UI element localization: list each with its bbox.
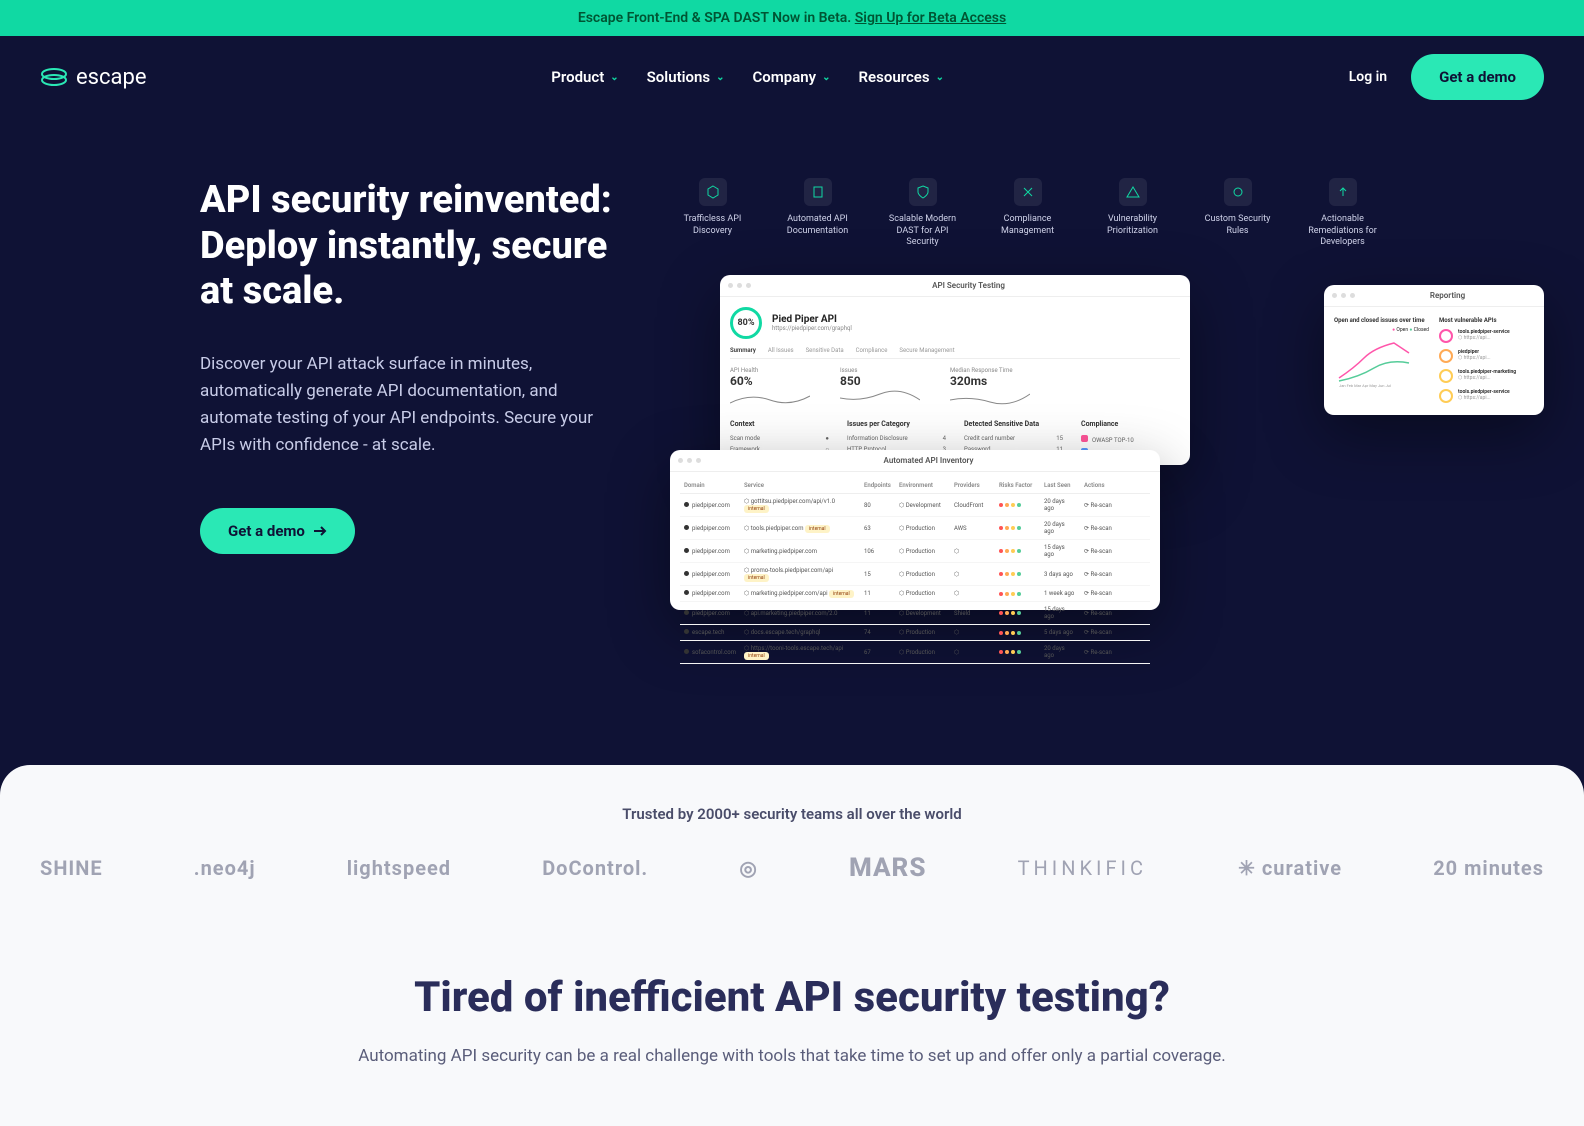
logo-shine: SHINE [40, 856, 103, 880]
feature-vulnerability: Vulnerability Prioritization [1090, 178, 1175, 249]
logo-neo4j: .neo4j [194, 856, 256, 880]
feature-compliance: Compliance Management [985, 178, 1070, 249]
api-score: 80% [730, 307, 762, 339]
banner-text: Escape Front-End & SPA DAST Now in Beta. [578, 10, 855, 26]
panel-tabs: SummaryAll IssuesSensitive DataComplianc… [730, 347, 1180, 359]
cube-icon [706, 185, 720, 199]
upload-icon [1336, 185, 1350, 199]
section-description: Automating API security can be a real ch… [40, 1046, 1544, 1066]
nav-solutions[interactable]: Solutions⌄ [647, 68, 725, 86]
gear-icon [1231, 185, 1245, 199]
feature-rules: Custom Security Rules [1195, 178, 1280, 249]
logo[interactable]: escape [40, 65, 147, 90]
brand-name: escape [76, 65, 147, 90]
panel-security-testing: API Security Testing 80% Pied Piper APIh… [720, 275, 1190, 465]
x-icon [1021, 185, 1035, 199]
hero-section: API security reinvented: Deploy instantl… [0, 118, 1584, 745]
logo-volvo: ◎ [739, 856, 757, 880]
shield-icon [916, 185, 930, 199]
get-demo-button[interactable]: Get a demo [1411, 54, 1544, 100]
feature-discovery: Trafficless API Discovery [670, 178, 755, 249]
nav-menu: Product⌄ Solutions⌄ Company⌄ Resources⌄ [551, 68, 944, 86]
logo-20minutes: 20 minutes [1433, 856, 1544, 880]
chevron-down-icon: ⌄ [822, 72, 830, 83]
feature-icons-row: Trafficless API Discovery Automated API … [660, 178, 1544, 249]
logo-icon [40, 66, 68, 88]
section-title: Tired of inefficient API security testin… [40, 973, 1544, 1022]
beta-banner: Escape Front-End & SPA DAST Now in Beta.… [0, 0, 1584, 36]
table-row: piedpiper.com⬡ api.marketing.piedpiper.c… [680, 602, 1150, 625]
login-link[interactable]: Log in [1349, 69, 1387, 85]
table-row: escape.tech⬡ docs.escape.tech/graphql 74… [680, 625, 1150, 641]
arrow-right-icon [313, 524, 327, 538]
chevron-down-icon: ⌄ [610, 72, 618, 83]
nav-company[interactable]: Company⌄ [752, 68, 830, 86]
table-row: piedpiper.com⬡ promo-tools.piedpiper.com… [680, 563, 1150, 586]
logo-curative: ✳ curative [1238, 856, 1342, 880]
banner-link[interactable]: Sign Up for Beta Access [855, 10, 1006, 26]
table-row: piedpiper.com⬡ marketing.piedpiper.com 1… [680, 540, 1150, 563]
table-row: piedpiper.com⬡ tools.piedpiper.com inter… [680, 517, 1150, 540]
social-proof-section: Trusted by 2000+ security teams all over… [0, 765, 1584, 1126]
feature-dast: Scalable Modern DAST for API Security [880, 178, 965, 249]
document-icon [811, 185, 825, 199]
logo-thinkific: THINKIFIC [1018, 856, 1147, 880]
hero-cta-button[interactable]: Get a demo [200, 508, 355, 554]
table-row: piedpiper.com⬡ gottitsu.piedpiper.com/ap… [680, 494, 1150, 517]
hero-description: Discover your API attack surface in minu… [200, 351, 620, 460]
nav-product[interactable]: Product⌄ [551, 68, 618, 86]
svg-text:Jan Feb Mar Apr May Jun Jul: Jan Feb Mar Apr May Jun Jul [1339, 383, 1391, 388]
panel-reporting: Reporting Open and closed issues over ti… [1324, 285, 1544, 415]
nav-resources[interactable]: Resources⌄ [859, 68, 944, 86]
feature-remediation: Actionable Remediations for Developers [1300, 178, 1385, 249]
customer-logos: SHINE .neo4j lightspeed DoControl. ◎ MAR… [40, 853, 1544, 883]
panel-inventory: Automated API Inventory DomainServiceEnd… [670, 450, 1160, 610]
chevron-down-icon: ⌄ [716, 72, 724, 83]
main-nav: escape Product⌄ Solutions⌄ Company⌄ Reso… [0, 36, 1584, 118]
table-row: piedpiper.com⬡ marketing.piedpiper.com/a… [680, 586, 1150, 602]
product-mockups: API Security Testing 80% Pied Piper APIh… [660, 275, 1544, 665]
nav-actions: Log in Get a demo [1349, 54, 1544, 100]
alert-icon [1126, 185, 1140, 199]
chevron-down-icon: ⌄ [936, 72, 944, 83]
logo-mars: MARS [849, 853, 927, 883]
hero-title: API security reinvented: Deploy instantl… [200, 178, 620, 315]
table-row: sofacontrol.com⬡ https://tooni-tools.esc… [680, 641, 1150, 664]
trusted-heading: Trusted by 2000+ security teams all over… [40, 805, 1544, 823]
logo-docontrol: DoControl. [542, 856, 648, 880]
logo-lightspeed: lightspeed [347, 856, 451, 880]
feature-documentation: Automated API Documentation [775, 178, 860, 249]
